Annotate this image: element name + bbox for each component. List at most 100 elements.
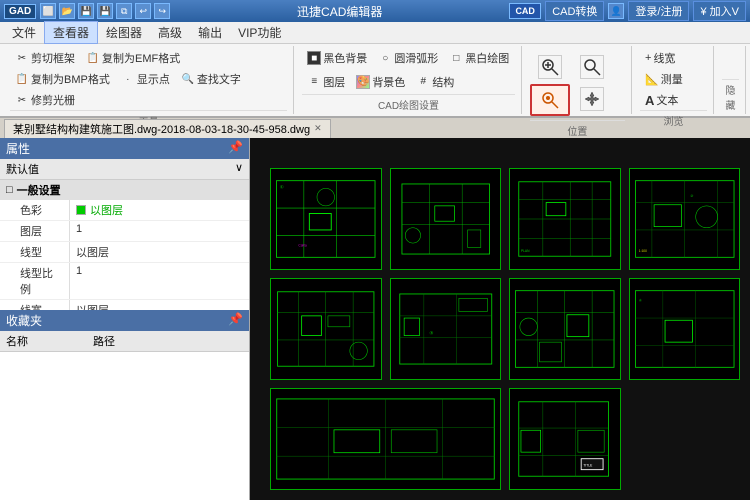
linescale-label: 线型比例	[0, 263, 70, 299]
favorites-title: 收藏夹	[6, 312, 42, 329]
menu-viewer[interactable]: 查看器	[44, 21, 98, 44]
col-name: 名称	[0, 331, 87, 351]
smooth-arc-btn[interactable]: ○ 圆滑弧形	[373, 48, 443, 68]
cad-drawing-7	[509, 278, 621, 380]
app-title: 迅捷CAD编辑器	[170, 3, 509, 20]
zoom-in-icon	[538, 55, 562, 79]
main-content: 属性 📌 默认值 ∨ □ 一般设置 色彩 以图层 图层 1	[0, 138, 750, 500]
color-value: 以图层	[70, 200, 249, 220]
cad-convert-btn[interactable]: CAD转换	[545, 1, 604, 21]
prop-row-color: 色彩 以图层	[0, 200, 249, 221]
ribbon-group-browse: + 线宽 📐 测量 A 文本 浏览	[634, 46, 714, 114]
svg-text:CaRa: CaRa	[298, 243, 307, 247]
cad-drawing-1: ① CaRa	[270, 168, 382, 270]
copy-emf-icon: 📋	[86, 51, 100, 65]
find-icon: 🔍	[181, 72, 195, 86]
svg-text:③: ③	[429, 330, 433, 335]
save-icon[interactable]: 💾	[78, 3, 94, 19]
app-logo: GAD	[4, 4, 36, 19]
cad-drawing-4: ② 1:100	[629, 168, 741, 270]
pan-btn[interactable]	[572, 84, 612, 116]
left-panel: 属性 📌 默认值 ∨ □ 一般设置 色彩 以图层 图层 1	[0, 138, 250, 500]
bw-icon: □	[449, 51, 463, 65]
menu-draw[interactable]: 绘图器	[98, 22, 150, 43]
clip-frame-btn[interactable]: ✂ 剪切框架	[10, 48, 80, 68]
doc-tab-close[interactable]: ✕	[314, 123, 322, 134]
zoom-in-btn[interactable]	[530, 52, 570, 82]
menu-file[interactable]: 文件	[4, 22, 44, 43]
join-btn[interactable]: ¥ 加入V	[693, 1, 746, 21]
collapse-btn[interactable]: ∨	[235, 161, 243, 177]
menu-output[interactable]: 输出	[190, 22, 230, 43]
zoom-search-btn[interactable]	[530, 84, 570, 116]
text-btn[interactable]: A 文本	[640, 90, 683, 110]
ribbon-group-cad: ■ 黑色背景 ○ 圆滑弧形 □ 黑白绘图 ≡ 图层 🎨 背景色	[296, 46, 521, 114]
new-icon[interactable]: ⬜	[40, 3, 56, 19]
cad-drawing-2	[390, 168, 502, 270]
user-icon: 👤	[608, 3, 624, 19]
bg-color-btn[interactable]: 🎨 背景色	[351, 72, 410, 92]
hidden-buttons	[722, 48, 739, 79]
saveas-icon[interactable]: 💾	[97, 3, 113, 19]
cad-drawing-5	[270, 278, 382, 380]
cad-drawing-10	[270, 388, 501, 490]
measure-btn[interactable]: 📐 测量	[640, 69, 688, 89]
trim-raster-btn[interactable]: ✂ 修剪光栅	[10, 90, 80, 110]
linewidth-btn[interactable]: + 线宽	[640, 48, 680, 68]
layer-btn[interactable]: ≡ 图层	[302, 72, 350, 92]
cad-settings-label: CAD绘图设置	[302, 94, 514, 112]
favorites-columns: 名称 路径	[0, 331, 249, 352]
title-bar-left: GAD ⬜ 📂 💾 💾 ⧉ ↩ ↪	[4, 3, 170, 19]
layer-icon: ≡	[307, 75, 321, 89]
prop-row-linescale: 线型比例 1	[0, 263, 249, 300]
cad-drawing-3: PLAN	[509, 168, 621, 270]
login-btn[interactable]: 登录/注册	[628, 1, 689, 21]
bg-color-icon: 🎨	[356, 75, 370, 89]
ribbon-group-position: 位置	[524, 46, 632, 114]
copy-bmp-btn[interactable]: 📋 复制为BMP格式	[10, 69, 115, 89]
position-label: 位置	[530, 120, 625, 138]
copy-icon[interactable]: ⧉	[116, 3, 132, 19]
menu-advanced[interactable]: 高级	[150, 22, 190, 43]
zoom-fit-btn[interactable]	[572, 52, 612, 82]
cad-drawing-8: TITLE	[509, 388, 621, 490]
properties-pin[interactable]: 📌	[228, 140, 243, 157]
zoom-search-icon	[538, 88, 562, 112]
svg-text:①: ①	[280, 184, 284, 189]
favorites-pin[interactable]: 📌	[228, 312, 243, 329]
hidden-label: 隐藏	[722, 79, 739, 112]
favorites-body	[0, 352, 249, 500]
doc-tab-name: 某别墅结构构建筑施工图.dwg-2018-08-03-18-30-45-958.…	[13, 121, 310, 137]
cad-buttons: ■ 黑色背景 ○ 圆滑弧形 □ 黑白绘图 ≡ 图层 🎨 背景色	[302, 48, 514, 94]
ribbon-group-tools: ✂ 剪切框架 📋 复制为EMF格式 📋 复制为BMP格式 · 显示点 🔍	[4, 46, 294, 114]
structure-btn[interactable]: # 结构	[411, 72, 459, 92]
copy-emf-btn[interactable]: 📋 复制为EMF格式	[81, 48, 185, 68]
bw-draw-btn[interactable]: □ 黑白绘图	[444, 48, 514, 68]
trim-icon: ✂	[15, 93, 29, 107]
browse-label: 浏览	[640, 110, 707, 128]
color-dot	[76, 205, 86, 215]
linewidth-label: 线宽	[0, 300, 70, 310]
open-icon[interactable]: 📂	[59, 3, 75, 19]
black-bg-btn[interactable]: ■ 黑色背景	[302, 48, 372, 68]
redo-icon[interactable]: ↪	[154, 3, 170, 19]
cad-drawing-6: ③	[390, 278, 502, 380]
prop-row-linetype: 线型 以图层	[0, 242, 249, 263]
undo-icon[interactable]: ↩	[135, 3, 151, 19]
black-bg-icon: ■	[307, 51, 321, 65]
prop-row-layer: 图层 1	[0, 221, 249, 242]
properties-body: □ 一般设置 色彩 以图层 图层 1 线型 以图层 线型比例 1	[0, 180, 249, 310]
find-text-btn[interactable]: 🔍 查找文字	[176, 69, 246, 89]
color-label: 色彩	[0, 200, 70, 220]
linetype-value: 以图层	[70, 242, 249, 262]
clip-icon: ✂	[15, 51, 29, 65]
show-point-btn[interactable]: · 显示点	[116, 69, 175, 89]
position-buttons	[530, 48, 625, 120]
svg-text:1:100: 1:100	[638, 249, 646, 253]
menu-vip[interactable]: VIP功能	[230, 22, 289, 43]
general-settings-label: 一般设置	[17, 182, 61, 198]
svg-text:TITLE: TITLE	[583, 463, 593, 467]
pan-icon	[580, 87, 604, 111]
doc-tab[interactable]: 某别墅结构构建筑施工图.dwg-2018-08-03-18-30-45-958.…	[4, 119, 331, 138]
canvas-area: ① CaRa	[250, 138, 750, 500]
